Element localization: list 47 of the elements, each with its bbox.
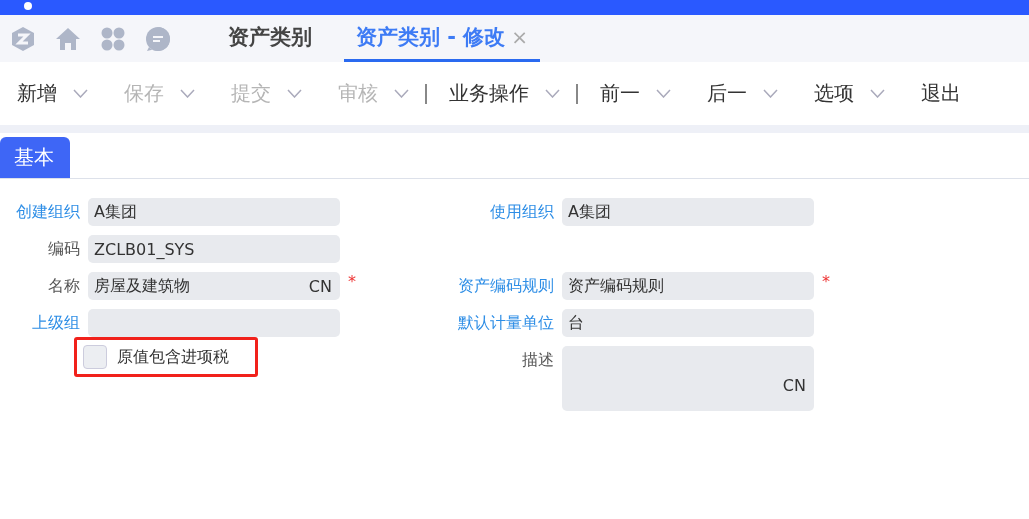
form-tab[interactable]: 基本 [0, 137, 70, 178]
description-field[interactable]: CN [562, 346, 814, 411]
field-label[interactable]: 使用组织 [490, 198, 554, 226]
input-field[interactable]: 房屋及建筑物 CN [88, 272, 340, 300]
checkbox-label[interactable]: 原值包含进项税 [117, 346, 229, 368]
input-field[interactable]: 资产编码规则 [562, 272, 814, 300]
toolbar-button[interactable]: 后一 [707, 80, 778, 107]
field-label: 描述 [522, 349, 554, 371]
field-label[interactable]: 资产编码规则 [458, 272, 554, 300]
field-value: 台 [568, 312, 584, 334]
field-label[interactable]: 创建组织 [16, 198, 80, 226]
chat-icon[interactable] [145, 25, 171, 52]
chevron-down-icon[interactable] [656, 89, 671, 98]
input-field[interactable]: 台 [562, 309, 814, 337]
toolbar-button[interactable]: 新增 [17, 80, 88, 107]
page-tab[interactable]: 资产类别 [216, 15, 324, 62]
field-value: 资产编码规则 [568, 275, 664, 297]
field-value: A集团 [568, 201, 611, 223]
field-value: A集团 [94, 201, 137, 223]
chevron-down-icon[interactable] [763, 89, 778, 98]
checkbox[interactable] [83, 345, 107, 369]
required-mark: * [822, 272, 831, 293]
field-label[interactable]: 上级组 [32, 309, 80, 337]
chevron-down-icon[interactable] [545, 89, 560, 98]
status-dot [24, 2, 32, 10]
toolbar-button[interactable]: 前一 [600, 80, 671, 107]
language-tag[interactable]: CN [308, 276, 332, 296]
input-field[interactable]: A集团 [88, 198, 340, 226]
required-mark: * [348, 272, 357, 293]
input-field[interactable] [88, 309, 340, 337]
field-label: 名称 [48, 275, 80, 297]
language-tag[interactable]: CN [782, 376, 806, 395]
field-value: ZCLB01_SYS [94, 239, 195, 259]
field-label[interactable]: 默认计量单位 [458, 309, 554, 337]
toolbar-button[interactable]: 选项 [814, 80, 885, 107]
chevron-down-icon[interactable] [73, 89, 88, 98]
chevron-down-icon[interactable] [870, 89, 885, 98]
field-label: 编码 [48, 238, 80, 260]
page-tab[interactable]: 资产类别 - 修改 × [344, 15, 541, 62]
apps-icon[interactable] [100, 25, 126, 52]
toolbar-button[interactable]: 业务操作 [449, 80, 560, 107]
toolbar-button[interactable]: 退出 [921, 80, 961, 107]
logo-icon[interactable] [10, 25, 36, 52]
home-icon[interactable] [55, 25, 81, 52]
input-field[interactable]: ZCLB01_SYS [88, 235, 340, 263]
input-field[interactable]: A集团 [562, 198, 814, 226]
field-value: 房屋及建筑物 [94, 275, 190, 297]
